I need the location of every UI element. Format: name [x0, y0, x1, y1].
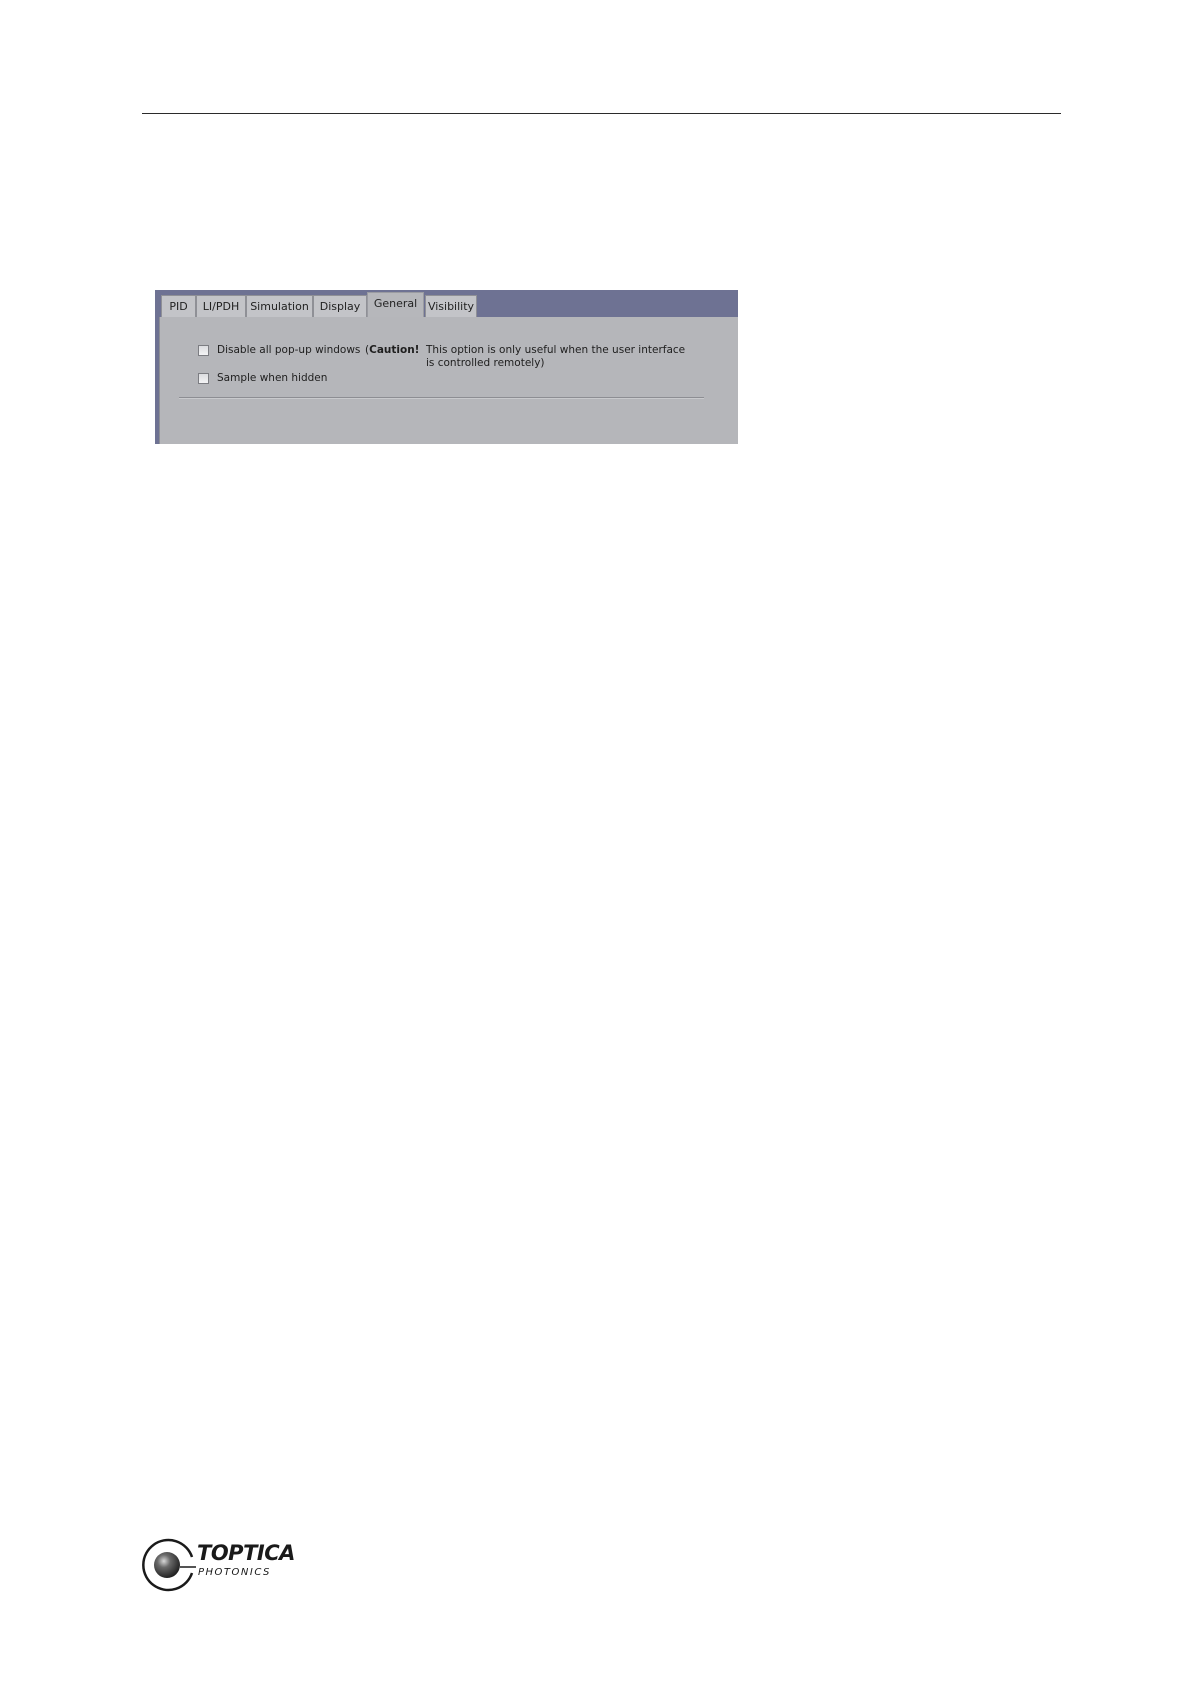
toptica-logo: TOPTICA PHOTONICS — [140, 1535, 295, 1595]
sample-when-hidden-checkbox[interactable] — [198, 373, 209, 384]
tab-simulation[interactable]: Simulation — [246, 295, 313, 317]
sample-when-hidden-label: Sample when hidden — [217, 372, 328, 384]
disable-popups-label: Disable all pop-up windows — [217, 344, 361, 356]
header-rule — [142, 113, 1061, 114]
tab-display[interactable]: Display — [313, 295, 367, 317]
settings-panel-screenshot: PID LI/PDH Simulation Display General Vi… — [155, 290, 738, 444]
toptica-logo-mark — [142, 1538, 196, 1592]
caution-note: This option is only useful when the user… — [426, 344, 685, 370]
tab-pid[interactable]: PID — [161, 295, 196, 317]
disable-popups-checkbox[interactable] — [198, 345, 209, 356]
tab-li-pdh[interactable]: LI/PDH — [196, 295, 246, 317]
tab-general[interactable]: General — [367, 292, 424, 318]
logo-sub-text: PHOTONICS — [198, 1567, 271, 1578]
general-tab-body: Disable all pop-up windows (Caution! Thi… — [159, 317, 738, 444]
tab-visibility[interactable]: Visibility — [425, 295, 477, 317]
tab-strip: PID LI/PDH Simulation Display General Vi… — [155, 290, 738, 318]
logo-brand-text: TOPTICA — [197, 1541, 295, 1565]
caution-word: Caution! — [369, 344, 420, 356]
section-divider — [179, 397, 704, 399]
caution-note-line-1: This option is only useful when the user… — [426, 344, 686, 356]
caution-label: (Caution! — [365, 344, 419, 357]
caution-note-line-2: is controlled remotely) — [426, 357, 545, 369]
